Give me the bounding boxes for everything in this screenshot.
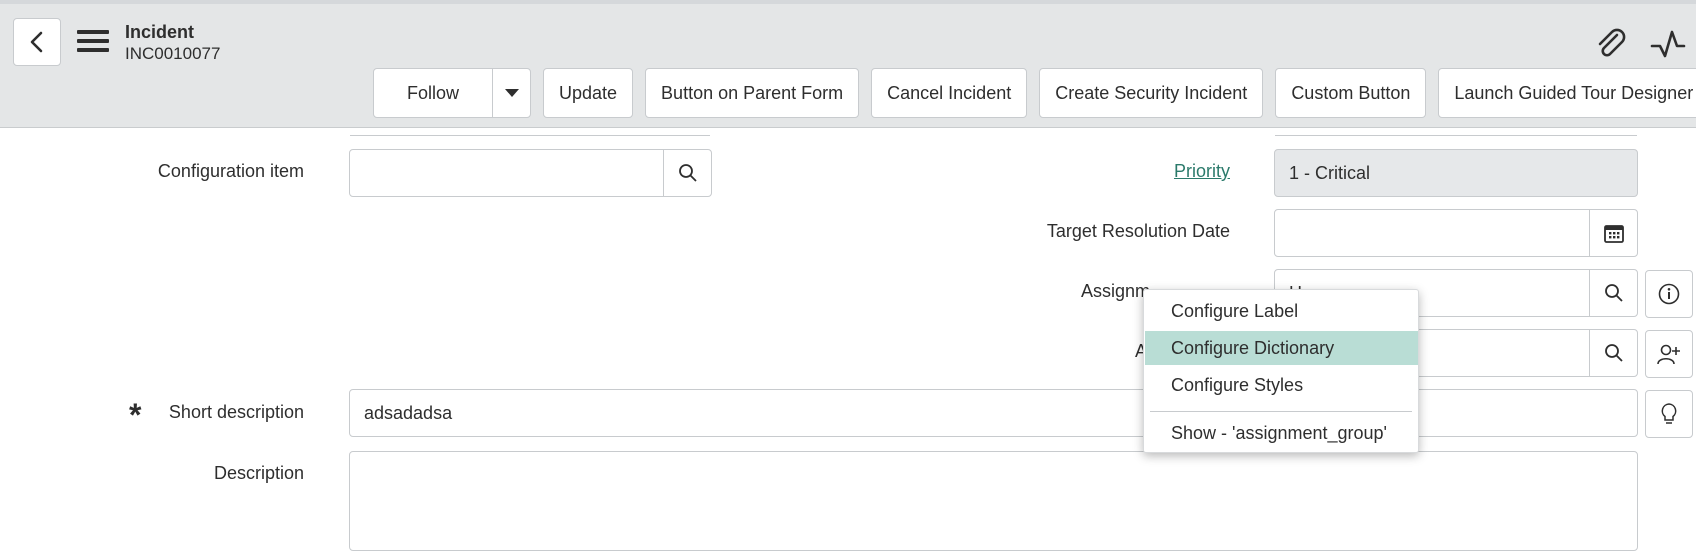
calendar-button[interactable] bbox=[1589, 210, 1637, 256]
configuration-item-field[interactable] bbox=[349, 149, 712, 197]
search-icon bbox=[678, 164, 697, 182]
form-action-buttons: Follow Update Button on Parent Form Canc… bbox=[373, 68, 1696, 118]
assigned-to-lookup-button[interactable] bbox=[1589, 330, 1637, 376]
add-person-icon bbox=[1657, 344, 1680, 365]
menu-item-configure-styles[interactable]: Configure Styles bbox=[1145, 368, 1418, 402]
button-on-parent-form-button[interactable]: Button on Parent Form bbox=[645, 68, 860, 118]
hamburger-icon[interactable] bbox=[77, 30, 109, 58]
page-title: Incident bbox=[125, 22, 195, 42]
info-icon bbox=[1658, 283, 1680, 305]
configuration-item-label: Configuration item bbox=[157, 161, 304, 181]
lightbulb-icon bbox=[1661, 403, 1677, 424]
assignment-group-label[interactable]: Assignm bbox=[1081, 281, 1150, 302]
search-icon bbox=[1604, 284, 1623, 302]
update-button[interactable]: Update bbox=[543, 68, 634, 118]
suggestion-button[interactable] bbox=[1645, 390, 1693, 438]
field-divider bbox=[350, 135, 710, 136]
field-divider bbox=[1275, 135, 1637, 136]
menu-item-configure-label[interactable]: Configure Label bbox=[1145, 294, 1418, 328]
custom-button[interactable]: Custom Button bbox=[1275, 68, 1427, 118]
form-header: Incident INC0010077 Follow Update Button… bbox=[0, 4, 1696, 128]
assignment-group-info-button[interactable] bbox=[1645, 270, 1693, 318]
record-title: Incident INC0010077 bbox=[125, 21, 220, 65]
label-context-menu: Configure Label Configure Dictionary Con… bbox=[1143, 289, 1419, 453]
short-description-field[interactable]: adsadadsa bbox=[349, 389, 1638, 437]
priority-field: 1 - Critical bbox=[1274, 149, 1638, 197]
short-description-value: adsadadsa bbox=[364, 402, 453, 423]
activity-icon[interactable] bbox=[1650, 26, 1686, 62]
search-icon bbox=[1604, 344, 1623, 362]
caret-down-icon bbox=[504, 89, 519, 97]
cancel-incident-button[interactable]: Cancel Incident bbox=[871, 68, 1028, 118]
short-description-label: Short description bbox=[168, 402, 304, 422]
priority-value: 1 - Critical bbox=[1289, 162, 1371, 183]
create-security-incident-button[interactable]: Create Security Incident bbox=[1039, 68, 1264, 118]
menu-item-show-field-name[interactable]: Show - 'assignment_group' bbox=[1145, 416, 1418, 450]
target-resolution-date-field[interactable] bbox=[1274, 209, 1638, 257]
back-button[interactable] bbox=[13, 18, 61, 66]
assign-to-me-button[interactable] bbox=[1645, 330, 1693, 378]
menu-divider bbox=[1150, 411, 1412, 412]
description-textarea[interactable] bbox=[349, 451, 1638, 551]
assignment-group-lookup-button[interactable] bbox=[1589, 270, 1637, 316]
priority-label-link[interactable]: Priority bbox=[1174, 161, 1230, 182]
assignment-group-label-visible: Assignm bbox=[1081, 281, 1151, 301]
paperclip-icon[interactable] bbox=[1593, 26, 1629, 62]
back-icon bbox=[30, 31, 43, 53]
follow-button-group: Follow bbox=[373, 68, 531, 118]
calendar-icon bbox=[1603, 225, 1624, 243]
follow-button[interactable]: Follow bbox=[374, 69, 493, 117]
description-label: Description bbox=[213, 463, 304, 483]
menu-item-configure-dictionary[interactable]: Configure Dictionary bbox=[1145, 331, 1418, 365]
target-resolution-date-label: Target Resolution Date bbox=[1046, 221, 1230, 241]
launch-guided-tour-designer-button[interactable]: Launch Guided Tour Designer bbox=[1438, 68, 1696, 118]
record-number: INC0010077 bbox=[125, 44, 221, 63]
follow-dropdown-button[interactable] bbox=[493, 69, 530, 117]
required-star-icon: * bbox=[129, 397, 142, 433]
configuration-item-lookup-button[interactable] bbox=[663, 150, 711, 196]
